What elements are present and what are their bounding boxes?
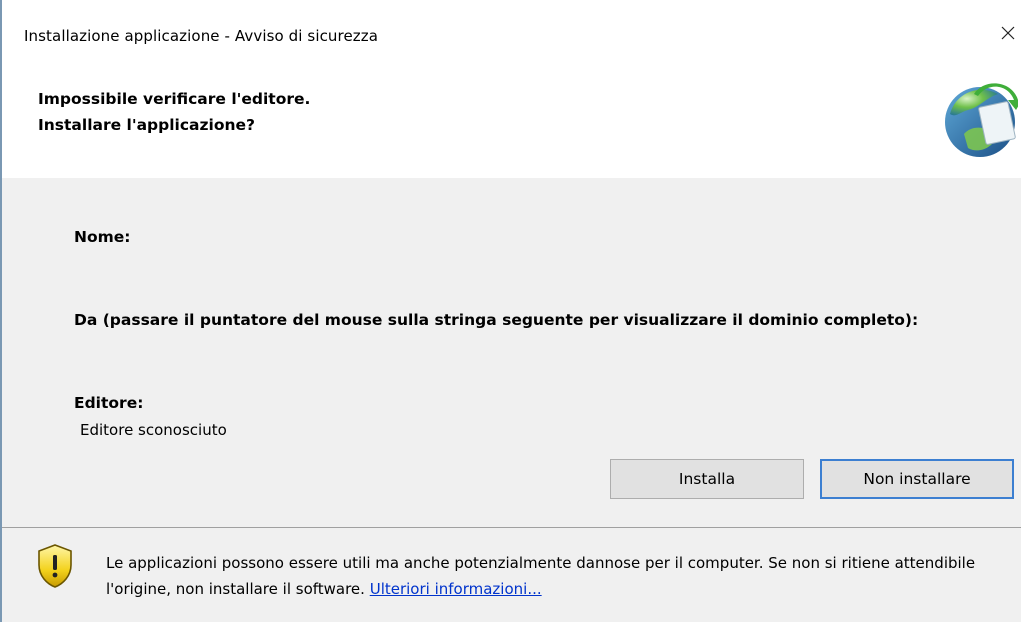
warning-shield-icon [38,544,72,588]
header-message: Impossibile verificare l'editore. [38,90,311,108]
publisher-value: Editore sconosciuto [80,421,227,439]
close-button[interactable] [995,16,1021,50]
publisher-label: Editore: [74,394,144,412]
close-icon [1001,26,1015,40]
window-title: Installazione applicazione - Avviso di s… [24,27,379,45]
dialog-header: Impossibile verificare l'editore. Instal… [2,74,1021,178]
dont-install-button[interactable]: Non installare [820,459,1014,499]
more-info-link[interactable]: Ulteriori informazioni... [370,580,542,598]
details-panel: Nome: Da (passare il puntatore del mouse… [2,178,1021,527]
warning-message: Le applicazioni possono essere utili ma … [106,550,1011,602]
security-warning-dialog: Installazione applicazione - Avviso di s… [0,0,1021,622]
from-label: Da (passare il puntatore del mouse sulla… [74,311,919,329]
install-button[interactable]: Installa [610,459,804,499]
name-label: Nome: [74,228,131,246]
header-question: Installare l'applicazione? [38,116,256,134]
clickonce-globe-icon [945,83,1018,157]
warning-footer: Le applicazioni possono essere utili ma … [2,528,1021,622]
title-bar[interactable]: Installazione applicazione - Avviso di s… [2,0,1021,74]
